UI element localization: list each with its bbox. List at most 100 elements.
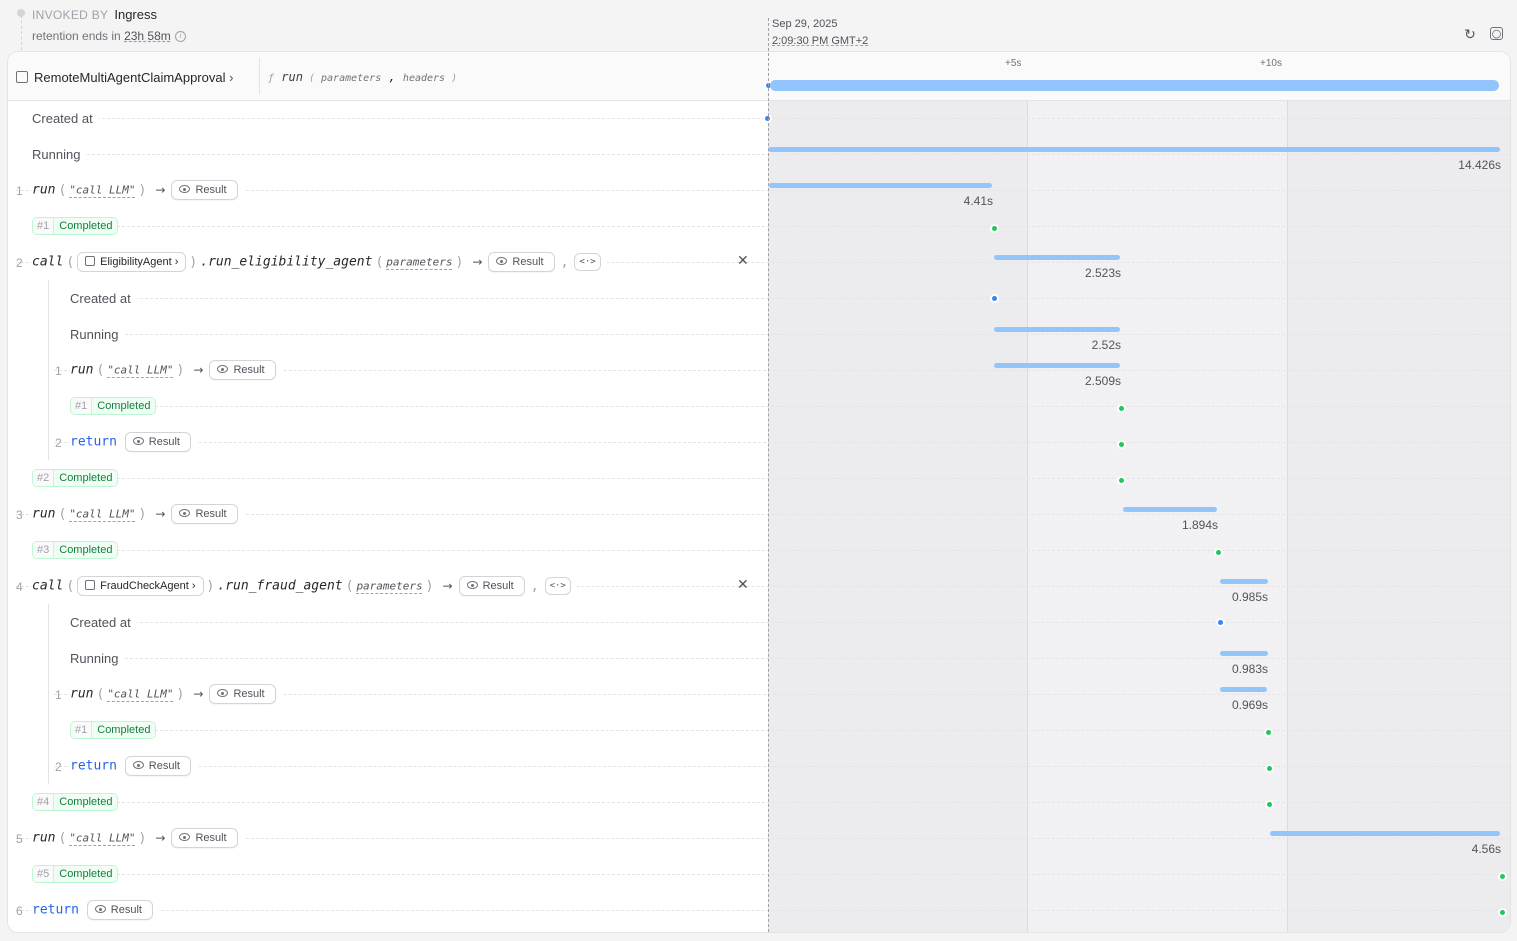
invocation-bar[interactable]	[770, 80, 1499, 91]
timeline-connector	[21, 10, 23, 50]
nested-created-at-row: Created at	[8, 280, 1510, 316]
nested-step-row: 1 run("call LLM") → Result 2.509s	[8, 352, 1510, 388]
agent-link[interactable]: FraudCheckAgent ›	[77, 576, 204, 596]
step-number: 2	[16, 256, 23, 270]
running-label: Running	[70, 651, 125, 666]
step-call: run("call LLM") → Result	[70, 684, 282, 704]
eye-icon	[179, 833, 191, 841]
eye-icon	[179, 509, 191, 517]
step-duration: 2.509s	[1084, 374, 1121, 388]
return-call: return Result	[32, 900, 159, 920]
step-number: 1	[55, 688, 62, 702]
completion-row: #1 Completed	[8, 208, 1510, 244]
invocation-header: RemoteMultiAgentClaimApproval › ƒ run ( …	[8, 52, 1510, 101]
nested-completion-row: #1 Completed	[8, 712, 1510, 748]
arrow-right-icon: →	[442, 578, 453, 593]
step-bar[interactable]	[1123, 507, 1217, 512]
arrow-right-icon: →	[193, 362, 204, 377]
code-icon[interactable]: <·>	[544, 577, 571, 595]
refresh-icon[interactable]: ↻	[1462, 27, 1478, 43]
step-duration: 0.985s	[1231, 590, 1268, 604]
result-button[interactable]: Result	[458, 576, 525, 596]
return-row: 6 return Result	[8, 892, 1510, 928]
step-duration: 1.894s	[1181, 518, 1218, 532]
step-bar[interactable]	[1270, 831, 1500, 836]
completed-badge: #2 Completed	[32, 469, 119, 487]
completed-badge: #1 Completed	[70, 397, 157, 415]
result-button[interactable]: Result	[171, 180, 238, 200]
step-call: call(EligibilityAgent ›) .run_eligibility…	[32, 252, 607, 272]
chevron-right-icon: ›	[229, 70, 234, 85]
info-icon[interactable]: i	[174, 31, 186, 43]
step-duration: 4.41s	[963, 194, 993, 208]
nested-return-row: 2 return Result	[8, 748, 1510, 784]
nested-running-row: Running 0.983s	[8, 640, 1510, 676]
nested-completion-row: #1 Completed	[8, 388, 1510, 424]
running-bar[interactable]	[994, 327, 1120, 332]
completed-badge: #1 Completed	[32, 217, 119, 235]
result-button[interactable]: Result	[124, 756, 191, 776]
completion-row: #5 Completed	[8, 856, 1510, 892]
timeline-start-line	[768, 18, 769, 932]
invocation-panel: RemoteMultiAgentClaimApproval › ƒ run ( …	[8, 52, 1510, 932]
running-bar[interactable]	[768, 147, 1500, 152]
running-bar[interactable]	[1220, 651, 1268, 656]
result-button[interactable]: Result	[209, 684, 276, 704]
step-row: 1 run("call LLM") → Result 4.41s	[8, 172, 1510, 208]
result-button[interactable]: Result	[124, 432, 191, 452]
result-button[interactable]: Result	[488, 252, 555, 272]
step-number: 2	[55, 760, 62, 774]
created-at-row: Created at	[8, 100, 1510, 136]
running-duration: 0.983s	[1231, 662, 1268, 676]
step-bar[interactable]	[769, 183, 992, 188]
close-icon[interactable]: ✕	[737, 577, 749, 593]
return-marker	[1500, 910, 1505, 915]
return-marker	[1267, 766, 1272, 771]
result-button[interactable]: Result	[86, 900, 153, 920]
completed-badge: #4 Completed	[32, 793, 119, 811]
result-button[interactable]: Result	[171, 828, 238, 848]
step-duration: 2.523s	[1084, 266, 1121, 280]
return-call: return Result	[70, 432, 197, 452]
result-button[interactable]: Result	[209, 360, 276, 380]
nested-return-row: 2 return Result	[8, 424, 1510, 460]
eye-icon	[179, 185, 191, 193]
step-number: 1	[16, 184, 23, 198]
retention-value[interactable]: 23h 58m	[124, 29, 171, 43]
eye-icon	[466, 581, 478, 589]
completed-badge: #3 Completed	[32, 541, 119, 559]
step-number: 3	[16, 508, 23, 522]
close-icon[interactable]: ✕	[737, 253, 749, 269]
completed-marker	[992, 226, 997, 231]
eye-icon	[217, 365, 229, 373]
chevron-right-icon: ›	[191, 580, 196, 592]
step-bar[interactable]	[1220, 579, 1268, 584]
step-row: 3 run("call LLM") → Result 1.894s	[8, 496, 1510, 532]
eye-icon	[132, 437, 144, 445]
eye-icon	[496, 257, 508, 265]
agent-link[interactable]: EligibilityAgent ›	[77, 252, 187, 272]
arrow-right-icon: →	[155, 182, 166, 197]
step-call: call(FraudCheckAgent ›) .run_fraud_agent(…	[32, 576, 577, 596]
completed-marker	[1266, 730, 1271, 735]
completed-marker	[1267, 802, 1272, 807]
completed-marker	[1500, 874, 1505, 879]
nested-created-at-row: Created at	[8, 604, 1510, 640]
created-at-label: Created at	[70, 291, 137, 306]
step-bar[interactable]	[1220, 687, 1267, 692]
service-link[interactable]: RemoteMultiAgentClaimApproval ›	[16, 70, 233, 85]
result-button[interactable]: Result	[171, 504, 238, 524]
step-call: run("call LLM") → Result	[32, 504, 244, 524]
nested-running-row: Running 2.52s	[8, 316, 1510, 352]
step-row: 5 run("call LLM") → Result 4.56s	[8, 820, 1510, 856]
timeline-time[interactable]: 2:09:30 PM GMT+2	[772, 35, 868, 47]
step-bar[interactable]	[994, 255, 1120, 260]
code-icon[interactable]: <·>	[574, 253, 601, 271]
arrow-right-icon: →	[155, 506, 166, 521]
step-bar[interactable]	[994, 363, 1120, 368]
return-marker	[1119, 442, 1124, 447]
zoom-icon[interactable]: ○	[1490, 27, 1503, 40]
completed-marker	[1119, 406, 1124, 411]
return-call: return Result	[70, 756, 197, 776]
step-call: run("call LLM") → Result	[32, 828, 244, 848]
